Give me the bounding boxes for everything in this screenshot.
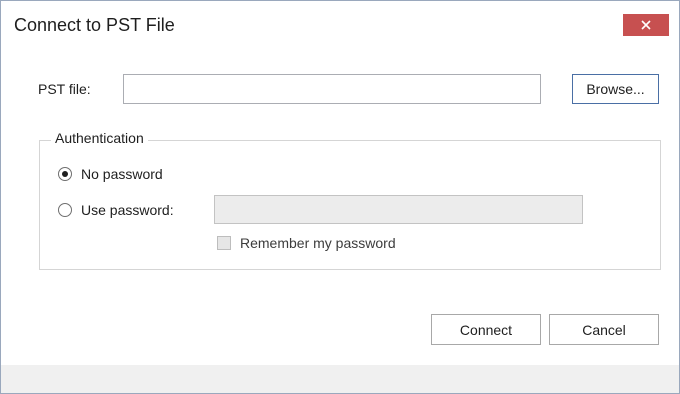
connect-button[interactable]: Connect	[431, 314, 541, 345]
connect-pst-dialog: Connect to PST File PST file: Browse... …	[0, 0, 680, 394]
close-button[interactable]	[623, 14, 669, 36]
browse-button[interactable]: Browse...	[572, 74, 659, 104]
cancel-button[interactable]: Cancel	[549, 314, 659, 345]
pst-file-field[interactable]	[123, 74, 541, 104]
no-password-label[interactable]: No password	[81, 166, 163, 182]
password-field[interactable]	[214, 195, 583, 224]
use-password-radio[interactable]	[58, 203, 72, 217]
bottom-strip	[1, 365, 679, 393]
close-icon	[641, 20, 651, 30]
radio-selected-dot	[62, 171, 68, 177]
password-input[interactable]	[215, 196, 582, 223]
no-password-radio[interactable]	[58, 167, 72, 181]
use-password-label[interactable]: Use password:	[81, 202, 174, 218]
authentication-legend: Authentication	[51, 130, 148, 146]
title-bar[interactable]: Connect to PST File	[1, 1, 679, 47]
remember-password-checkbox[interactable]	[217, 236, 231, 250]
pst-file-label: PST file:	[38, 81, 91, 97]
dialog-title: Connect to PST File	[14, 15, 175, 35]
pst-file-input[interactable]	[124, 75, 540, 103]
remember-password-label: Remember my password	[240, 235, 396, 251]
